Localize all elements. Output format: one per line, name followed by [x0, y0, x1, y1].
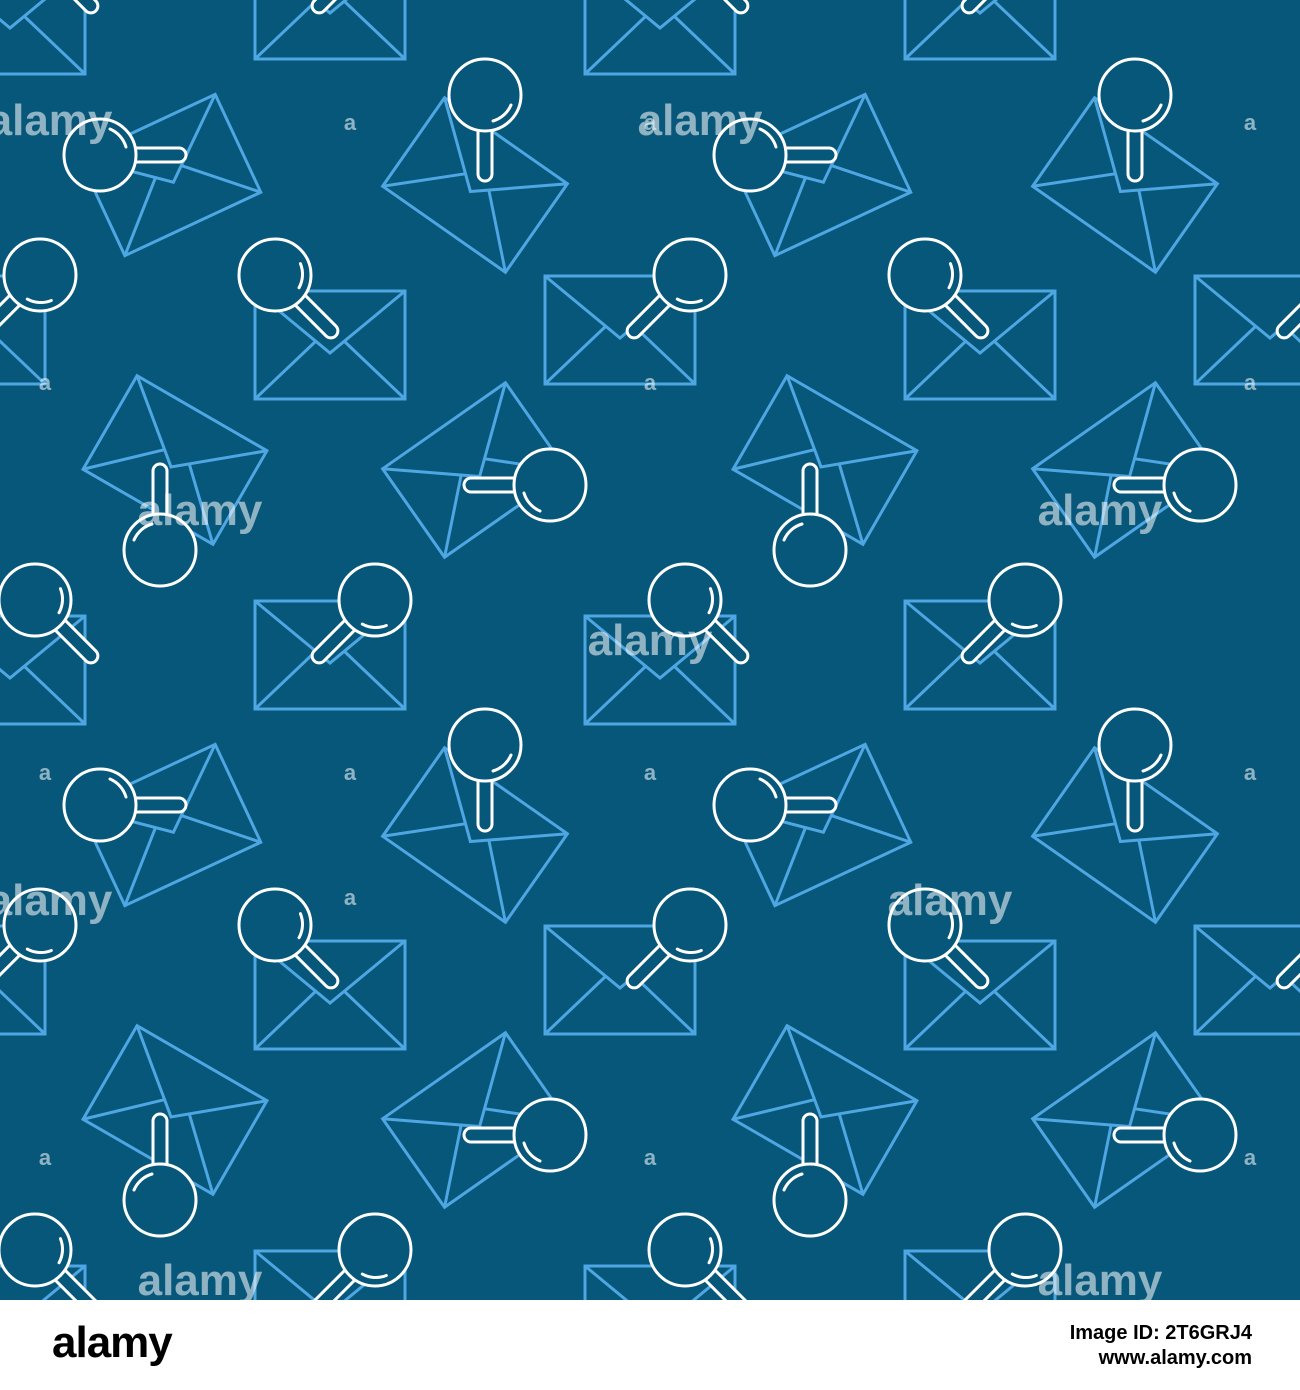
watermark-mark: a	[39, 1145, 52, 1170]
watermark-text: alamy	[1038, 486, 1163, 535]
footer-brand-logo: alamy	[52, 1318, 173, 1367]
watermark-mark: a	[1244, 1145, 1257, 1170]
watermark-mark: a	[344, 885, 357, 910]
watermark-mark: a	[644, 110, 657, 135]
envelope-search-pattern: alamy alamy alamy alamy alamy alamy alamy alamy…	[0, 0, 1300, 1300]
watermark-text: alamy	[0, 876, 113, 925]
footer-meta: Image ID: 2T6GRJ4 www.alamy.com	[1070, 1322, 1252, 1370]
watermark-mark: a	[644, 370, 657, 395]
watermark-text: alamy	[138, 486, 263, 535]
watermark-mark: a	[644, 760, 657, 785]
watermark-text: alamy	[0, 96, 113, 145]
watermark-mark: a	[644, 1145, 657, 1170]
watermark-mark: a	[344, 110, 357, 135]
watermark-text: alamy	[138, 1256, 263, 1300]
watermark-text: alamy	[588, 616, 713, 665]
image-id-label: Image ID: 2T6GRJ4	[1069, 1322, 1252, 1344]
watermark-text: alamy	[638, 96, 763, 145]
watermark-mark: a	[344, 760, 357, 785]
site-url: www.alamy.com	[1098, 1347, 1252, 1369]
watermark-mark: a	[1244, 760, 1257, 785]
watermark-text: alamy	[1038, 1256, 1163, 1300]
watermark-mark: a	[1244, 370, 1257, 395]
watermark-mark: a	[39, 760, 52, 785]
watermark-mark: a	[39, 370, 52, 395]
watermark-text: alamy	[888, 876, 1013, 925]
stock-image: alamy alamy alamy alamy alamy alamy alamy alamy…	[0, 0, 1300, 1390]
watermark-mark: a	[1244, 110, 1257, 135]
footer-bar: alamy Image ID: 2T6GRJ4 www.alamy.com	[0, 1300, 1300, 1390]
